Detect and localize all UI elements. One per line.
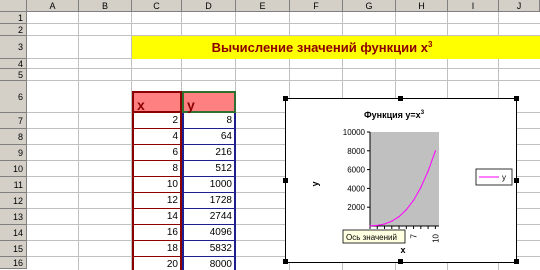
row-header-11[interactable]: 11 (0, 177, 27, 193)
column-header-g[interactable]: G (343, 0, 396, 12)
resize-handle-bc[interactable] (398, 259, 403, 264)
cell-y-value[interactable]: 1000 (182, 177, 236, 193)
sheet-title-exponent: 3 (427, 40, 433, 49)
row-header-13[interactable]: 13 (0, 209, 27, 225)
gridline-horizontal (27, 80, 540, 81)
row-header-14[interactable]: 14 (0, 225, 27, 241)
series-point-y (391, 220, 393, 222)
cell-y-value[interactable]: 216 (182, 145, 236, 161)
legend-label: y (502, 173, 506, 182)
cell-x-value[interactable]: 14 (132, 209, 182, 225)
cell-x-value[interactable]: 6 (132, 145, 182, 161)
sheet-title-text: Вычисление значений функции x (211, 40, 428, 55)
row-header-9[interactable]: 9 (0, 145, 27, 161)
column-header-d[interactable]: D (182, 0, 236, 12)
resize-handle-ml[interactable] (283, 178, 288, 183)
series-point-y (383, 223, 386, 225)
cell-y-value[interactable]: 512 (182, 161, 236, 177)
cell-y-value[interactable]: 1728 (182, 193, 236, 209)
y-tick-label: 10000 (343, 128, 366, 137)
column-header-b[interactable]: B (79, 0, 132, 12)
row-header-8[interactable]: 8 (0, 129, 27, 145)
column-header-j[interactable]: J (499, 0, 540, 12)
resize-handle-tr[interactable] (514, 96, 519, 101)
resize-handle-mr[interactable] (514, 178, 519, 183)
series-point-y (398, 216, 400, 218)
header-y-cell[interactable]: y (182, 91, 236, 113)
series-point-y (369, 225, 371, 227)
cell-x-value[interactable]: 8 (132, 161, 182, 177)
series-point-y (420, 186, 422, 189)
header-x-label: x (137, 97, 145, 113)
x-tick-label: 10 (431, 233, 440, 242)
cell-x-value[interactable]: 10 (132, 177, 182, 193)
select-all-corner[interactable] (0, 0, 27, 12)
column-header-a[interactable]: A (27, 0, 79, 12)
row-header-12[interactable]: 12 (0, 193, 27, 209)
cell-y-value[interactable]: 4096 (182, 225, 236, 241)
series-point-y (427, 170, 429, 172)
cell-x-value[interactable]: 4 (132, 129, 182, 145)
row-header-2[interactable]: 2 (0, 24, 27, 36)
column-header-e[interactable]: E (236, 0, 290, 12)
y-tick-label: 2000 (347, 203, 365, 212)
row-header-5[interactable]: 5 (0, 69, 27, 81)
header-y-label: y (187, 97, 195, 113)
column-header-c[interactable]: C (132, 0, 182, 12)
cell-y-value[interactable]: 2744 (182, 209, 236, 225)
x-axis-label: x (400, 245, 405, 255)
resize-handle-br[interactable] (514, 259, 519, 264)
row-header-16[interactable]: 16 (0, 257, 27, 269)
resize-handle-bl[interactable] (283, 259, 288, 264)
row-header-4[interactable]: 4 (0, 59, 27, 69)
y-tick-label: 4000 (347, 184, 365, 193)
cell-x-value[interactable]: 16 (132, 225, 182, 241)
chart-area[interactable]: Функция y=x3 10000 8000 6000 4000 2000 7 10 y… (285, 98, 517, 263)
row-header-15[interactable]: 15 (0, 241, 27, 257)
series-point-y (405, 209, 407, 211)
cell-y-value[interactable]: 5832 (182, 241, 236, 257)
column-header-h[interactable]: H (396, 0, 448, 12)
cell-x-value[interactable]: 18 (132, 241, 182, 257)
resize-handle-tc[interactable] (398, 96, 403, 101)
header-x-cell[interactable]: x (132, 91, 182, 113)
row-header-3[interactable]: 3 (0, 36, 27, 59)
cell-x-value[interactable]: 12 (132, 193, 182, 209)
cell-x-value[interactable]: 2 (132, 113, 182, 129)
series-point-y (412, 199, 415, 201)
row-header-7[interactable]: 7 (0, 113, 27, 129)
series-point-y (434, 150, 436, 152)
column-header-f[interactable]: F (290, 0, 343, 12)
chart-svg: Функция y=x3 10000 8000 6000 4000 2000 7 10 y… (310, 110, 513, 255)
x-tick-label: 7 (410, 233, 419, 238)
gridline-horizontal (27, 68, 540, 69)
y-tick-label: 6000 (347, 166, 365, 175)
gridline-horizontal (27, 23, 540, 24)
gridline-vertical (78, 12, 79, 270)
row-header-1[interactable]: 1 (0, 12, 27, 24)
chart-title: Функция y=x3 (364, 110, 425, 120)
cell-y-value[interactable]: 8000 (182, 257, 236, 270)
cell-x-value[interactable]: 20 (132, 257, 182, 270)
row-header-6[interactable]: 6 (0, 81, 27, 113)
series-point-y (376, 224, 378, 226)
resize-handle-tl[interactable] (283, 96, 288, 101)
sheet-title[interactable]: Вычисление значений функции x3 (132, 36, 512, 59)
y-tick-label: 8000 (347, 147, 365, 156)
cell-y-value[interactable]: 8 (182, 113, 236, 129)
row-header-10[interactable]: 10 (0, 161, 27, 177)
column-header-i[interactable]: I (448, 0, 499, 12)
cell-y-value[interactable]: 64 (182, 129, 236, 145)
y-axis-label: y (310, 181, 320, 186)
spreadsheet: ABCDEFGHIJ 1 2 3 4 5 6 7 8 9 10 11 12 13 14 15 16 Вычис… (0, 0, 540, 270)
tooltip-text: Ось значений (346, 233, 397, 242)
